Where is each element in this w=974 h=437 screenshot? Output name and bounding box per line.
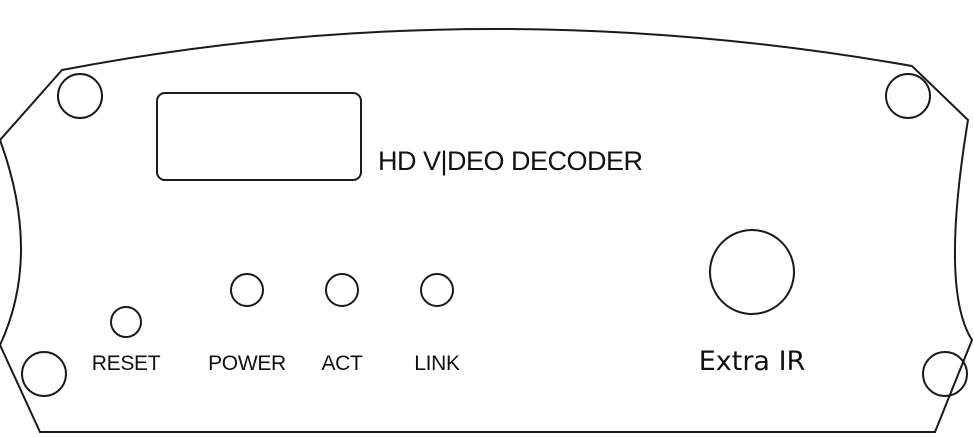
act-led: [325, 273, 359, 307]
act-label: ACT: [321, 352, 363, 375]
power-led: [230, 273, 264, 307]
link-label: LINK: [414, 352, 460, 375]
link-led: [420, 273, 454, 307]
extra-ir-port[interactable]: [709, 229, 795, 315]
reset-label: RESET: [91, 352, 161, 375]
extra-ir-label: Extra IR: [698, 346, 806, 377]
screw-hole-bottom-left: [21, 351, 67, 397]
display-window: [156, 92, 362, 181]
screw-hole-top-right: [885, 73, 931, 119]
device-title: HD V|DEO DECODER: [378, 146, 643, 176]
screw-hole-top-left: [57, 73, 103, 119]
decoder-front-panel: HD V|DEO DECODER RESET POWER ACT LINK Ex…: [0, 0, 974, 437]
power-label: POWER: [208, 352, 286, 375]
reset-button[interactable]: [110, 306, 142, 338]
screw-hole-bottom-right: [922, 351, 968, 397]
